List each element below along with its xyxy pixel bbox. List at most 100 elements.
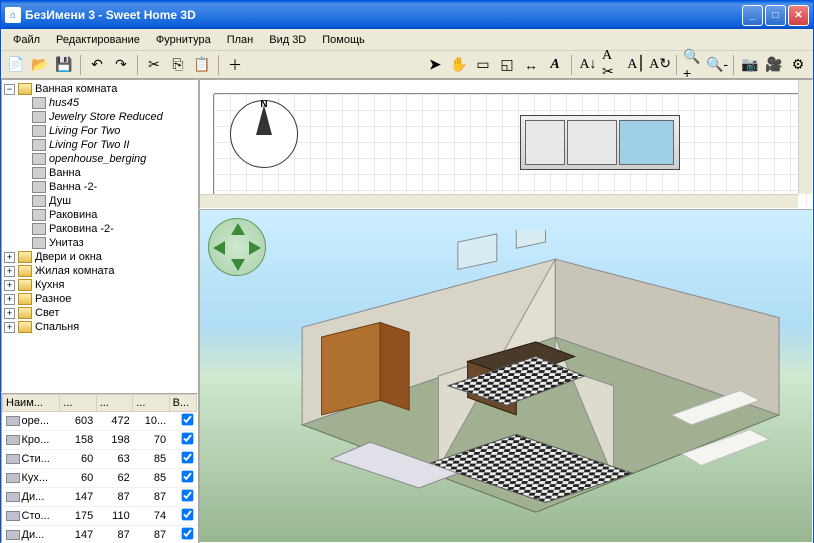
- pan-tool[interactable]: ✋: [448, 54, 470, 76]
- tree-folder-doors[interactable]: +Двери и окна: [4, 250, 195, 264]
- tree-item[interactable]: Living For Two: [4, 124, 195, 138]
- floor-plan-outline[interactable]: [520, 115, 680, 170]
- collapse-icon[interactable]: −: [4, 84, 15, 95]
- wall-tool[interactable]: ▭: [472, 54, 494, 76]
- tree-item[interactable]: Унитаз: [4, 236, 195, 250]
- table-row[interactable]: Кух...606285: [3, 469, 197, 488]
- minimize-button[interactable]: _: [742, 5, 763, 26]
- undo-button[interactable]: ↶: [86, 54, 108, 76]
- visible-checkbox[interactable]: [181, 452, 193, 464]
- save-button[interactable]: 💾: [53, 54, 75, 76]
- plan-canvas[interactable]: N: [200, 80, 812, 208]
- toolbar-separator: [733, 55, 734, 75]
- cell-visible: [169, 507, 196, 526]
- visible-checkbox[interactable]: [181, 528, 193, 540]
- add-furniture-button[interactable]: ＋: [224, 54, 246, 76]
- open-button[interactable]: 📂: [29, 54, 51, 76]
- tree-folder-misc[interactable]: +Разное: [4, 292, 195, 306]
- furniture-catalog-tree[interactable]: − Ванная комната hus45 Jewelry Store Red…: [1, 79, 198, 393]
- visible-checkbox[interactable]: [181, 414, 193, 426]
- vertical-scrollbar[interactable]: [798, 80, 812, 194]
- zoomin-button[interactable]: 🔍+: [682, 54, 704, 76]
- tree-root-bathroom[interactable]: − Ванная комната: [4, 82, 195, 96]
- menu-help[interactable]: Помощь: [314, 31, 373, 49]
- menu-furniture[interactable]: Фурнитура: [148, 31, 219, 49]
- col-name[interactable]: Наим...: [3, 395, 60, 412]
- tree-item[interactable]: Душ: [4, 194, 195, 208]
- furniture-icon: [32, 181, 46, 193]
- furniture-icon: [6, 454, 20, 464]
- expand-icon[interactable]: +: [4, 308, 15, 319]
- horizontal-scrollbar[interactable]: [200, 194, 798, 208]
- tree-item[interactable]: Раковина -2-: [4, 222, 195, 236]
- col-height[interactable]: ...: [133, 395, 169, 412]
- expand-icon[interactable]: +: [4, 266, 15, 277]
- select-tool[interactable]: ➤: [424, 54, 446, 76]
- visible-checkbox[interactable]: [181, 433, 193, 445]
- maximize-button[interactable]: □: [765, 5, 786, 26]
- tree-item[interactable]: Ванна -2-: [4, 180, 195, 194]
- new-button[interactable]: 📄: [5, 54, 27, 76]
- furniture-icon: [32, 153, 46, 165]
- table-row[interactable]: Кро...15819870: [3, 431, 197, 450]
- compass-icon[interactable]: N: [230, 100, 298, 168]
- copy-button[interactable]: ⎘: [167, 54, 189, 76]
- tree-item[interactable]: openhouse_berging: [4, 152, 195, 166]
- dimension-tool[interactable]: ↔: [520, 54, 542, 76]
- expand-icon[interactable]: +: [4, 252, 15, 263]
- nav-left-arrow[interactable]: [213, 241, 225, 255]
- menu-plan[interactable]: План: [219, 31, 262, 49]
- paste-button[interactable]: 📋: [191, 54, 213, 76]
- visible-checkbox[interactable]: [181, 490, 193, 502]
- tree-item[interactable]: Ванна: [4, 166, 195, 180]
- cut-button[interactable]: ✂: [143, 54, 165, 76]
- text-tool[interactable]: A: [544, 54, 566, 76]
- cut-wall-tool[interactable]: A✂: [601, 54, 623, 76]
- expand-icon[interactable]: +: [4, 294, 15, 305]
- video-button[interactable]: 🎥: [763, 54, 785, 76]
- col-width[interactable]: ...: [60, 395, 96, 412]
- import-tool[interactable]: A↓: [577, 54, 599, 76]
- col-depth[interactable]: ...: [96, 395, 132, 412]
- app-icon: ⌂: [5, 7, 21, 23]
- table-row[interactable]: ope...60347210...: [3, 412, 197, 431]
- cell-visible: [169, 469, 196, 488]
- col-visible[interactable]: В...: [169, 395, 196, 412]
- split-tool[interactable]: A⎮: [625, 54, 647, 76]
- visible-checkbox[interactable]: [181, 509, 193, 521]
- close-button[interactable]: ✕: [788, 5, 809, 26]
- menu-view3d[interactable]: Вид 3D: [261, 31, 314, 49]
- visible-checkbox[interactable]: [181, 471, 193, 483]
- tree-folder-light[interactable]: +Свет: [4, 306, 195, 320]
- redo-button[interactable]: ↷: [110, 54, 132, 76]
- rotate-tool[interactable]: A↻: [649, 54, 671, 76]
- main-area: − Ванная комната hus45 Jewelry Store Red…: [1, 79, 813, 543]
- expand-icon[interactable]: +: [4, 280, 15, 291]
- room-tool[interactable]: ◱: [496, 54, 518, 76]
- tree-folder-kitchen[interactable]: +Кухня: [4, 278, 195, 292]
- tree-item[interactable]: Jewelry Store Reduced: [4, 110, 195, 124]
- tree-folder-living[interactable]: +Жилая комната: [4, 264, 195, 278]
- zoomout-button[interactable]: 🔍-: [706, 54, 728, 76]
- table-row[interactable]: Сти...606385: [3, 450, 197, 469]
- furniture-icon: [32, 111, 46, 123]
- menu-edit[interactable]: Редактирование: [48, 31, 148, 49]
- menu-file[interactable]: Файл: [5, 31, 48, 49]
- tree-item[interactable]: Раковина: [4, 208, 195, 222]
- table-row[interactable]: Сто...17511074: [3, 507, 197, 526]
- expand-icon[interactable]: +: [4, 322, 15, 333]
- view-3d[interactable]: [199, 209, 813, 543]
- nav-up-arrow[interactable]: [231, 223, 245, 235]
- cell-width: 60: [60, 469, 96, 488]
- folder-icon: [18, 251, 32, 263]
- tree-folder-bedroom[interactable]: +Спальня: [4, 320, 195, 334]
- nav-down-arrow[interactable]: [231, 259, 245, 271]
- plan-2d-view[interactable]: N: [199, 79, 813, 209]
- tree-item[interactable]: hus45: [4, 96, 195, 110]
- tree-item[interactable]: Living For Two II: [4, 138, 195, 152]
- photo-button[interactable]: 📷: [739, 54, 761, 76]
- table-row[interactable]: Ди...1478787: [3, 488, 197, 507]
- furniture-table[interactable]: Наим... ... ... ... В... ope...60347210.…: [1, 393, 198, 543]
- settings-button[interactable]: ⚙: [787, 54, 809, 76]
- table-row[interactable]: Ди...1478787: [3, 526, 197, 543]
